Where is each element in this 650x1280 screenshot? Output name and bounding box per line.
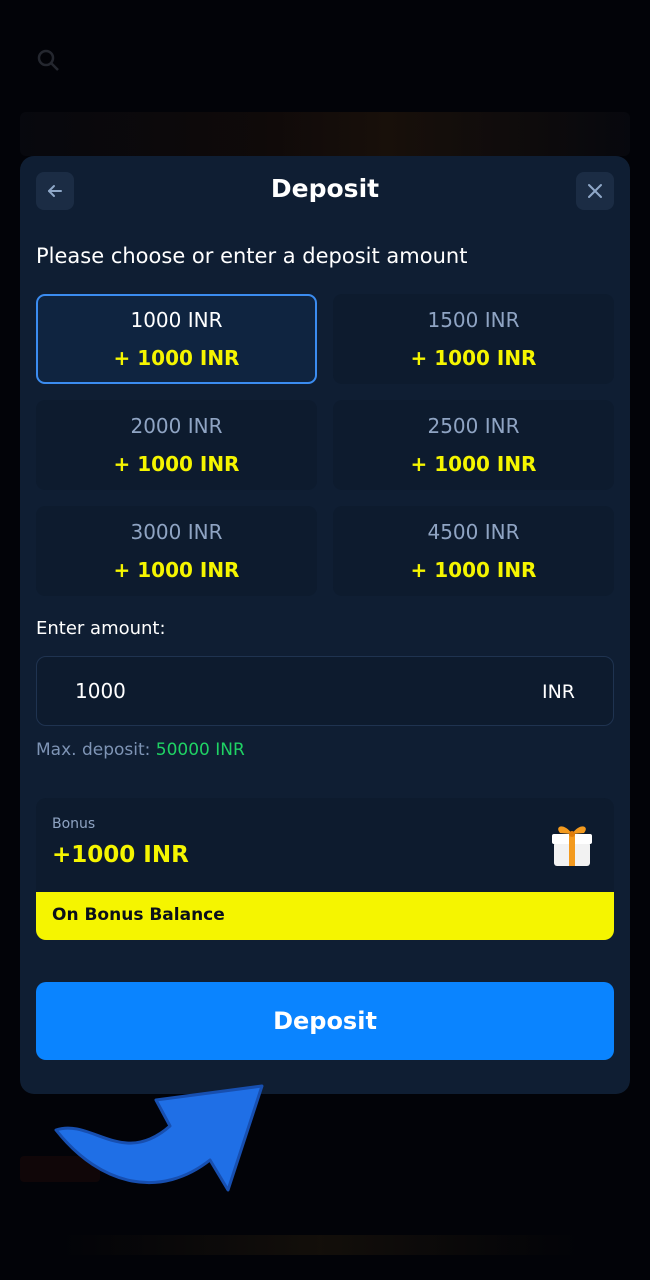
option-amount: 2500 INR [427,414,520,438]
close-button[interactable] [576,172,614,210]
deposit-button[interactable]: Deposit [36,982,614,1060]
bonus-balance-text: On Bonus Balance [52,905,225,925]
curved-arrow-icon [54,1084,264,1192]
option-bonus: + 1000 INR [410,452,537,476]
deposit-instruction: Please choose or enter a deposit amount [36,244,468,268]
gift-icon [552,826,592,866]
search-icon [36,48,60,72]
enter-amount-label: Enter amount: [36,618,166,639]
amount-option[interactable]: 2500 INR + 1000 INR [333,400,614,490]
close-icon [588,184,602,198]
bonus-balance-bar: On Bonus Balance [36,892,614,940]
option-amount: 1000 INR [130,308,223,332]
option-bonus: + 1000 INR [113,452,240,476]
amount-option[interactable]: 1500 INR + 1000 INR [333,294,614,384]
option-bonus: + 1000 INR [410,346,537,370]
max-deposit-label: Max. deposit: [36,740,151,760]
option-amount: 1500 INR [427,308,520,332]
max-deposit-value: 50000 INR [155,740,245,760]
option-amount: 3000 INR [130,520,223,544]
option-amount: 4500 INR [427,520,520,544]
amount-input[interactable]: 1000 INR [36,656,614,726]
amount-options-grid: 1000 INR + 1000 INR 1500 INR + 1000 INR … [36,294,614,596]
bonus-card: Bonus +1000 INR On Bonus Balance [36,798,614,940]
amount-input-value[interactable]: 1000 [75,679,126,703]
bonus-value: +1000 INR [52,842,189,868]
modal-title: Deposit [270,174,380,203]
option-bonus: + 1000 INR [113,346,240,370]
option-amount: 2000 INR [130,414,223,438]
deposit-modal: Deposit Please choose or enter a deposit… [20,156,630,1094]
amount-option[interactable]: 2000 INR + 1000 INR [36,400,317,490]
bonus-label: Bonus [52,816,96,832]
option-bonus: + 1000 INR [113,558,240,582]
background-footer [60,1235,580,1255]
option-bonus: + 1000 INR [410,558,537,582]
currency-label: INR [541,681,575,703]
background-banner [20,112,630,156]
max-deposit-info: Max. deposit: 50000 INR [36,740,245,760]
amount-option[interactable]: 4500 INR + 1000 INR [333,506,614,596]
amount-option[interactable]: 1000 INR + 1000 INR [36,294,317,384]
amount-option[interactable]: 3000 INR + 1000 INR [36,506,317,596]
